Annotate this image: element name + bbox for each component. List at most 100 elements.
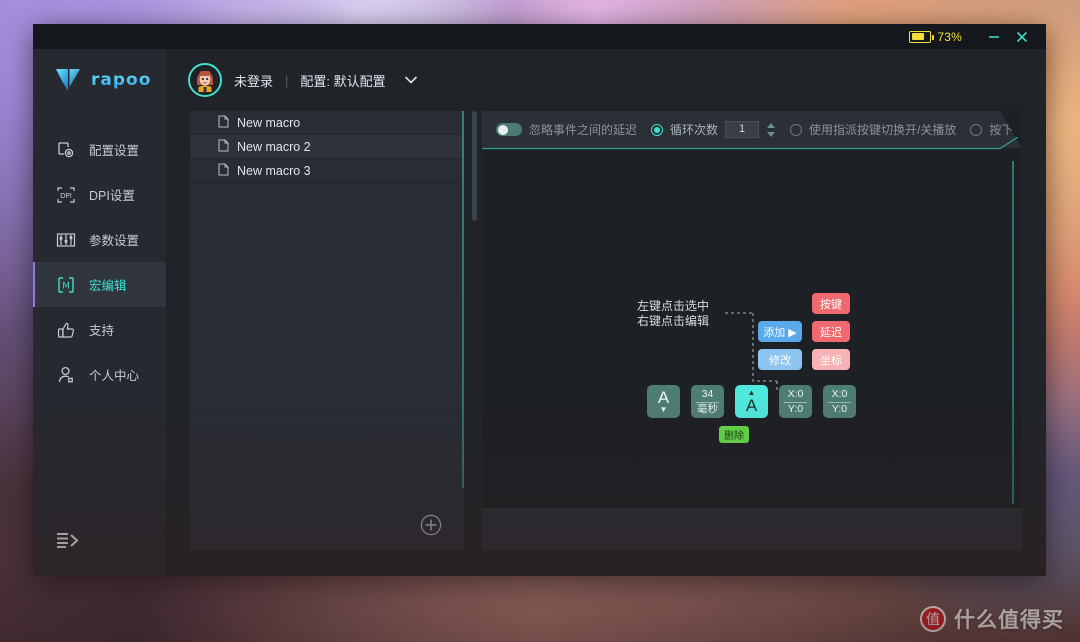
user-icon <box>55 364 77 386</box>
macro-event-coord[interactable]: X:0 Y:0 <box>823 385 856 418</box>
coord-x: X:0 <box>787 387 804 400</box>
key-direction-arrow: ▼ <box>659 405 668 414</box>
topbar-divider: | <box>285 72 289 88</box>
macro-icon: M <box>55 274 77 296</box>
macro-name: New macro <box>237 115 301 130</box>
key-glyph: A <box>657 388 670 407</box>
delay-unit: 毫秒 <box>695 401 720 415</box>
sidebar-nav: 配置设置 DPI DPI设置 参数设置 M 宏编辑 支持 个人中心 <box>33 127 166 397</box>
config-icon <box>55 139 77 161</box>
file-icon <box>218 163 229 179</box>
delete-event-button[interactable]: 删除 <box>719 426 749 443</box>
coord-y: Y:0 <box>783 401 808 415</box>
coord-x: X:0 <box>831 387 848 400</box>
macro-event-key[interactable]: A ▼ <box>647 385 680 418</box>
add-menu-chip[interactable]: 添加 ▶ <box>758 321 802 342</box>
topbar: 未登录 | 配置: 默认配置 <box>166 49 1046 111</box>
list-item[interactable]: New macro <box>190 111 464 135</box>
collapse-menu-icon[interactable] <box>55 528 81 552</box>
loop-count-label: 循环次数 <box>670 123 719 137</box>
hint-line-2: 右键点击编辑 <box>637 314 710 328</box>
close-button[interactable] <box>1008 24 1036 49</box>
thumbs-up-icon <box>55 319 77 341</box>
app-window: 73% rapoo 配置设置 DPI DPI设置 参数设置 M 宏编辑 支持 个… <box>33 24 1046 576</box>
press-play-option[interactable]: 按下时播放 <box>970 121 1046 138</box>
delay-value: 34 <box>701 387 714 400</box>
battery-indicator: 73% <box>909 30 962 44</box>
sidebar-footer <box>33 528 166 576</box>
modify-menu-chip[interactable]: 修改 <box>758 349 802 370</box>
avatar[interactable] <box>188 63 222 97</box>
press-play-label: 按下时播放 <box>989 123 1046 137</box>
sidebar-item-macro[interactable]: M 宏编辑 <box>33 262 166 307</box>
sidebar-item-support[interactable]: 支持 <box>33 307 166 352</box>
brand-logo: rapoo <box>33 49 166 111</box>
diagram-hint: 左键点击选中 右键点击编辑 <box>637 299 709 329</box>
sidebar-item-params[interactable]: 参数设置 <box>33 217 166 262</box>
dpi-icon: DPI <box>55 184 77 206</box>
macro-sequence-diagram: 左键点击选中 右键点击编辑 添加 ▶ 修改 按键 延迟 坐标 A ▼ 34 毫秒… <box>637 293 907 453</box>
press-play-radio[interactable] <box>970 124 982 136</box>
watermark: 值 什么值得买 <box>920 604 1064 634</box>
sidebar-item-label: 配置设置 <box>89 144 140 158</box>
ignore-delay-toggle[interactable] <box>496 123 522 136</box>
watermark-logo: 值 <box>920 606 946 632</box>
sidebar-item-profile[interactable]: 个人中心 <box>33 352 166 397</box>
macro-event-key-selected[interactable]: ▲ A <box>735 385 768 418</box>
svg-text:DPI: DPI <box>60 192 72 200</box>
macro-name: New macro 2 <box>237 139 311 154</box>
loop-count-option[interactable]: 循环次数 1 <box>651 121 776 138</box>
macro-name: New macro 3 <box>237 163 311 178</box>
macro-list-footer <box>190 514 464 550</box>
macro-event-coord[interactable]: X:0 Y:0 <box>779 385 812 418</box>
watermark-text: 什么值得买 <box>954 609 1064 632</box>
macro-list-panel: New macro New macro 2 New macro 3 <box>190 111 464 550</box>
file-icon <box>218 139 229 155</box>
profile-selector-label[interactable]: 配置: 默认配置 <box>300 71 385 90</box>
macro-list: New macro New macro 2 New macro 3 <box>190 111 464 183</box>
editor-toolbar: 忽略事件之间的延迟 循环次数 1 使用指派按键切换开/关播放 按下时播放 <box>482 111 1022 148</box>
window-titlebar: 73% <box>33 24 1046 49</box>
loop-count-stepper[interactable] <box>766 122 776 138</box>
toggle-key-play-label: 使用指派按键切换开/关播放 <box>809 123 957 137</box>
list-item[interactable]: New macro 2 <box>190 135 464 159</box>
toggle-key-play-radio[interactable] <box>790 124 802 136</box>
toggle-key-play-option[interactable]: 使用指派按键切换开/关播放 <box>790 121 956 138</box>
sidebar-item-dpi[interactable]: DPI DPI设置 <box>33 172 166 217</box>
editor-footer <box>482 508 1022 550</box>
minimize-button[interactable] <box>980 24 1008 49</box>
sidebar-item-config[interactable]: 配置设置 <box>33 127 166 172</box>
content-area: New macro New macro 2 New macro 3 忽略事件之间… <box>166 111 1046 576</box>
add-macro-button[interactable] <box>420 514 442 536</box>
editor-canvas[interactable]: 左键点击选中 右键点击编辑 添加 ▶ 修改 按键 延迟 坐标 A ▼ 34 毫秒… <box>482 148 1022 508</box>
sidebar: rapoo 配置设置 DPI DPI设置 参数设置 M 宏编辑 支持 个人中心 <box>33 49 166 576</box>
loop-count-radio[interactable] <box>651 124 663 136</box>
rapoo-v-icon <box>56 69 80 91</box>
battery-icon <box>909 30 935 43</box>
coord-y: Y:0 <box>827 401 852 415</box>
sliders-icon <box>55 229 77 251</box>
key-glyph: A <box>745 396 758 415</box>
macro-event-row: A ▼ 34 毫秒 ▲ A X:0 Y:0 X:0 Y:0 <box>647 385 856 418</box>
ignore-delay-label: 忽略事件之间的延迟 <box>529 123 638 137</box>
sidebar-item-label: DPI设置 <box>89 189 135 203</box>
ignore-delay-option[interactable]: 忽略事件之间的延迟 <box>496 121 637 138</box>
macro-event-delay[interactable]: 34 毫秒 <box>691 385 724 418</box>
coord-type-chip[interactable]: 坐标 <box>812 349 850 370</box>
key-type-chip[interactable]: 按键 <box>812 293 850 314</box>
delay-type-chip[interactable]: 延迟 <box>812 321 850 342</box>
battery-percent-label: 73% <box>937 29 962 44</box>
sidebar-item-label: 参数设置 <box>89 234 140 248</box>
desktop-background: 73% rapoo 配置设置 DPI DPI设置 参数设置 M 宏编辑 支持 个… <box>0 0 1080 642</box>
macro-editor-panel: 忽略事件之间的延迟 循环次数 1 使用指派按键切换开/关播放 按下时播放 左键点… <box>472 111 1022 550</box>
login-status-label[interactable]: 未登录 <box>234 71 273 90</box>
sidebar-item-label: 宏编辑 <box>89 279 127 293</box>
sidebar-item-label: 个人中心 <box>89 369 140 383</box>
loop-count-input[interactable]: 1 <box>725 121 759 138</box>
svg-text:M: M <box>62 281 69 291</box>
chevron-down-icon[interactable] <box>404 75 418 85</box>
main-area: 未登录 | 配置: 默认配置 New macro New macro 2 New… <box>166 49 1046 576</box>
file-icon <box>218 115 229 131</box>
list-item[interactable]: New macro 3 <box>190 159 464 183</box>
list-scrollbar[interactable] <box>472 111 477 221</box>
